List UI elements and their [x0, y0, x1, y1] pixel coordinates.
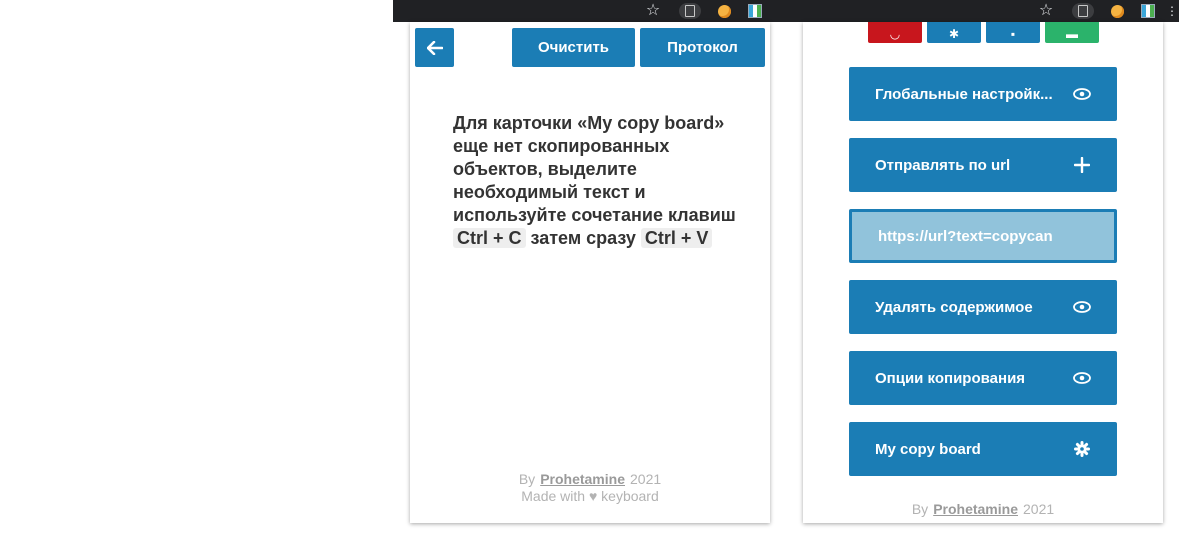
footer-by: By [911, 501, 929, 517]
menu-label: Удалять содержимое [875, 298, 1033, 316]
message-text: затем сразу [525, 228, 641, 248]
bookmark-star-icon[interactable]: ☆ [645, 3, 661, 19]
extension-sun-icon[interactable] [716, 3, 732, 19]
footer-year: 2021 [1023, 501, 1055, 517]
eye-icon [1073, 85, 1091, 103]
board-name: My copy board [587, 113, 715, 133]
eye-icon [1073, 369, 1091, 387]
browser-toolbar-left: ☆ [393, 0, 786, 22]
extension-copycan-icon[interactable] [747, 3, 763, 19]
shortcut-paste: Ctrl + V [640, 228, 713, 248]
menu-label: Опции копирования [875, 369, 1026, 387]
settings-popup: ◡ ✱ ▪ ▬ Глобальные настройк... Отправлят… [803, 22, 1163, 523]
author-link[interactable]: Prohetamine [540, 471, 625, 487]
extension-file-icon[interactable] [679, 3, 701, 19]
send-by-url-button[interactable]: Отправлять по url [849, 138, 1117, 192]
eye-icon [1073, 298, 1091, 316]
more-icon[interactable]: ⋮ [1164, 3, 1179, 19]
message-text: Для карточки « [453, 113, 588, 133]
board-settings-button[interactable]: My copy board [849, 422, 1117, 476]
plus-icon [1073, 156, 1091, 174]
footer-made-with: Made with [521, 488, 586, 504]
log-button[interactable]: Протокол [640, 28, 765, 67]
copy-options-button[interactable]: Опции копирования [849, 351, 1117, 405]
author-link[interactable]: Prohetamine [933, 501, 1018, 517]
add-button[interactable]: ▬ [1045, 22, 1099, 43]
trash-button[interactable]: ▪ [986, 22, 1040, 43]
heart-icon: ♥ [588, 488, 598, 504]
shortcut-copy: Ctrl + C [453, 228, 526, 248]
footer: By Prohetamine 2021 [803, 501, 1163, 518]
back-button[interactable] [415, 28, 454, 67]
extension-sun-icon[interactable] [1109, 3, 1125, 19]
gear-icon [1073, 440, 1091, 458]
footer-by: By [518, 471, 536, 487]
minus-icon: ▬ [1066, 27, 1078, 41]
extension-file-icon[interactable] [1072, 3, 1094, 19]
global-settings-button[interactable]: Глобальные настройк... [849, 67, 1117, 121]
clear-button[interactable]: Очистить [512, 28, 635, 67]
empty-board-message: Для карточки «My copy board» еще нет ско… [453, 112, 743, 250]
footer-year: 2021 [630, 471, 662, 487]
footer: By Prohetamine 2021 Made with ♥ keyboard [410, 471, 770, 505]
gear-icon: ✱ [948, 27, 960, 41]
menu-label: Отправлять по url [875, 156, 1011, 174]
footer-keyboard: keyboard [601, 488, 659, 504]
bookmark-star-icon[interactable]: ☆ [1038, 3, 1054, 19]
settings-button[interactable]: ✱ [927, 22, 981, 43]
trash-icon: ▪ [1010, 27, 1016, 41]
delete-content-button[interactable]: Удалять содержимое [849, 280, 1117, 334]
menu-label: Глобальные настройк... [875, 85, 1053, 103]
menu-label: My copy board [875, 440, 981, 458]
power-button[interactable]: ◡ [868, 22, 922, 43]
browser-toolbar-right: ☆ ⋮ [786, 0, 1179, 22]
arrow-left-icon [426, 40, 443, 55]
board-popup: Очистить Протокол Для карточки «My copy … [410, 22, 770, 523]
url-input[interactable]: https://url?text=copycan [849, 209, 1117, 263]
extension-copycan-icon[interactable] [1140, 3, 1156, 19]
power-icon: ◡ [889, 27, 901, 41]
